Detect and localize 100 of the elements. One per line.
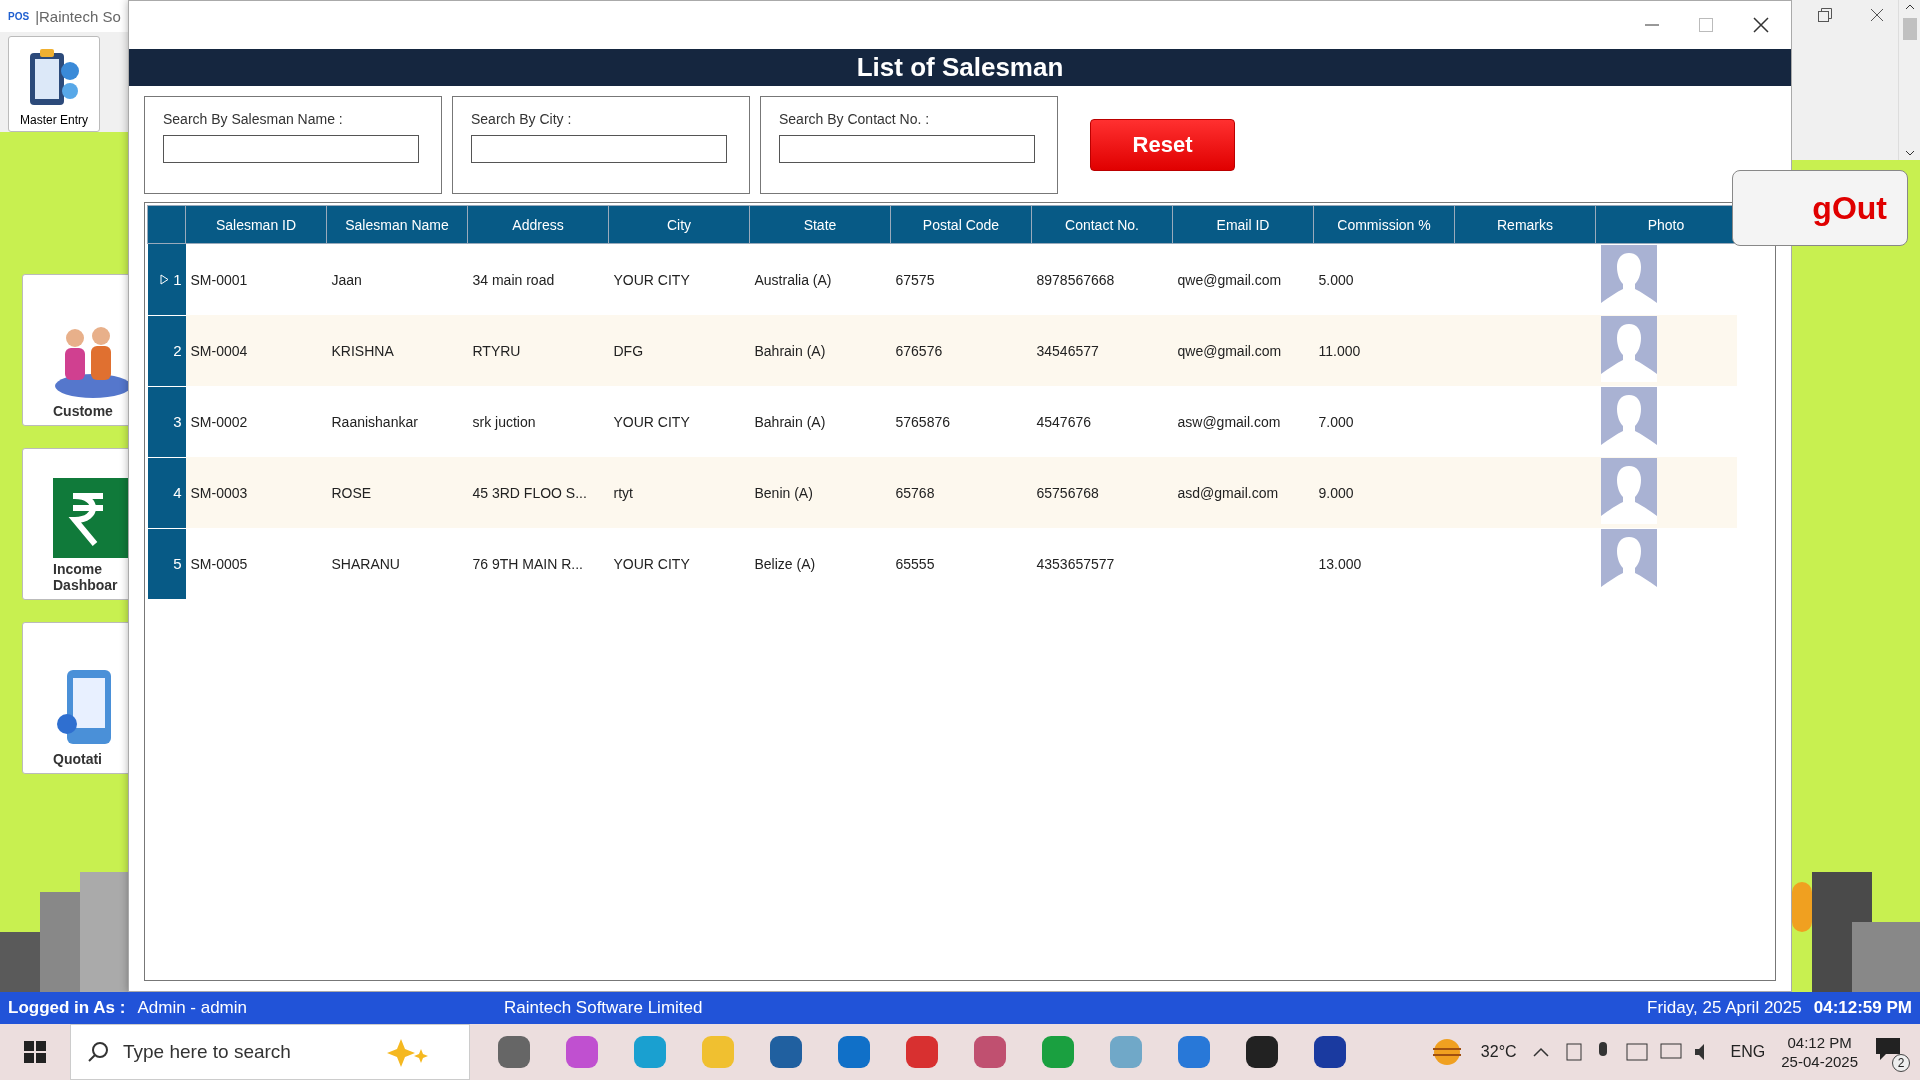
table-cell: Australia (A) <box>754 271 832 288</box>
column-header[interactable]: Postal Code <box>890 205 1032 244</box>
master-entry-button[interactable]: Master Entry <box>8 36 100 132</box>
status-date: Friday, 25 April 2025 <box>1647 998 1802 1018</box>
restore-icon[interactable] <box>1818 8 1832 22</box>
table-cell: qwe@gmail.com <box>1177 271 1282 288</box>
scroll-thumb[interactable] <box>1902 18 1917 40</box>
windows-start-icon[interactable] <box>24 1041 46 1063</box>
column-header[interactable]: Address <box>467 205 609 244</box>
table-cell: SHARANU <box>331 555 400 572</box>
search-field[interactable] <box>471 135 727 163</box>
taskbar-search-field[interactable]: Type here to search <box>121 1040 361 1064</box>
column-header[interactable]: Commission % <box>1313 205 1455 244</box>
table-cell: 11.000 <box>1318 342 1361 359</box>
search-field[interactable] <box>779 135 1035 163</box>
notification-count: 2 <box>1892 1054 1910 1072</box>
table-cell: 7.000 <box>1318 413 1354 430</box>
module-tile[interactable]: Quotati <box>22 622 128 774</box>
dialog-title: List of Salesman <box>129 49 1791 86</box>
table-cell: 76 9TH MAIN R... <box>472 555 583 572</box>
column-header[interactable]: Email ID <box>1172 205 1314 244</box>
taskbar-clock[interactable]: 04:12 PM 25-04-2025 <box>1781 1034 1858 1070</box>
table-cell: Jaan <box>331 271 362 288</box>
module-tile[interactable]: Custome <box>22 274 128 426</box>
taskbar-search-box[interactable]: Type here to search <box>70 1024 470 1080</box>
taskbar-app-icon[interactable] <box>1244 1034 1280 1070</box>
logged-in-label: Logged in As : <box>8 998 126 1018</box>
column-header[interactable]: Salesman Name <box>326 205 468 244</box>
table-cell: SM-0004 <box>190 342 248 359</box>
table-cell: Bahrain (A) <box>754 413 826 430</box>
column-header[interactable]: City <box>608 205 750 244</box>
search-icon <box>87 1041 109 1063</box>
table-cell: YOUR CITY <box>613 413 690 430</box>
row-header[interactable]: 2 <box>147 315 186 386</box>
column-header[interactable]: Photo <box>1595 205 1737 244</box>
table-cell: 65555 <box>895 555 935 572</box>
search-label: Search By Contact No. : <box>779 111 931 127</box>
table-cell: 5765876 <box>895 413 950 430</box>
table-cell: RTYRU <box>472 342 521 359</box>
table-cell: 34546577 <box>1036 342 1099 359</box>
language-indicator[interactable]: ENG <box>1730 1043 1766 1061</box>
app-logo: POS <box>8 10 30 22</box>
table-cell: 13.000 <box>1318 555 1362 572</box>
user-name: Admin - admin <box>137 998 248 1018</box>
table-cell: 9.000 <box>1318 484 1354 501</box>
current-row-icon <box>160 273 170 285</box>
chevron-up-icon[interactable] <box>1532 1047 1549 1057</box>
search-label: Search By Salesman Name : <box>163 111 344 127</box>
row-header[interactable]: 1 <box>147 243 186 315</box>
table-cell: 676576 <box>895 342 943 359</box>
taskbar-app-icon[interactable] <box>1312 1034 1348 1070</box>
table-cell: SM-0003 <box>190 484 248 501</box>
table-cell: 67575 <box>895 271 935 288</box>
app-title: |Raintech So <box>35 7 121 25</box>
table-cell: DFG <box>613 342 644 359</box>
table-cell: 34 main road <box>472 271 555 288</box>
table-cell: ROSE <box>331 484 372 501</box>
column-header[interactable]: Remarks <box>1454 205 1596 244</box>
table-cell: YOUR CITY <box>613 555 690 572</box>
reset-button[interactable]: Reset <box>1090 119 1235 171</box>
search-label: Search By City : <box>471 111 573 127</box>
table-cell: 65756768 <box>1036 484 1099 501</box>
table-cell: 5.000 <box>1318 271 1354 288</box>
table-cell: asd@gmail.com <box>1177 484 1279 501</box>
close-icon[interactable] <box>1870 8 1884 22</box>
scroll-down-icon[interactable] <box>1904 150 1915 156</box>
table-cell: qwe@gmail.com <box>1177 342 1282 359</box>
column-header[interactable]: Salesman ID <box>185 205 327 244</box>
table-cell: Benin (A) <box>754 484 813 501</box>
table-cell: YOUR CITY <box>613 271 690 288</box>
table-cell: SM-0005 <box>190 555 248 572</box>
close-icon[interactable] <box>1753 17 1769 33</box>
row-header[interactable]: 3 <box>147 386 186 457</box>
scrollbar[interactable] <box>1898 0 1920 160</box>
temperature: 32°C <box>1480 1043 1517 1061</box>
row-header-corner <box>147 205 186 244</box>
table-cell: rtyt <box>613 484 633 501</box>
company-name: Raintech Software Limited <box>504 998 703 1018</box>
table-cell: 4547676 <box>1036 413 1091 430</box>
table-cell: 4353657577 <box>1036 555 1115 572</box>
table-cell: asw@gmail.com <box>1177 413 1281 430</box>
row-header[interactable]: 5 <box>147 528 186 599</box>
table-cell: Bahrain (A) <box>754 342 826 359</box>
search-field[interactable] <box>163 135 419 163</box>
column-header[interactable]: Contact No. <box>1031 205 1173 244</box>
table-cell: Raanishankar <box>331 413 418 430</box>
table-cell: SM-0002 <box>190 413 248 430</box>
table-cell: srk juction <box>472 413 536 430</box>
table-cell: 45 3RD FLOO S... <box>472 484 587 501</box>
table-cell: Belize (A) <box>754 555 816 572</box>
row-header[interactable]: 4 <box>147 457 186 528</box>
table-cell: KRISHNA <box>331 342 394 359</box>
table-cell: SM-0001 <box>190 271 248 288</box>
table-cell: 65768 <box>895 484 935 501</box>
logout-button[interactable]: gOut <box>1732 170 1908 246</box>
column-header[interactable]: State <box>749 205 891 244</box>
table-cell: 8978567668 <box>1036 271 1115 288</box>
module-tile[interactable]: Income Dashboar <box>22 448 128 600</box>
status-time: 04:12:59 PM <box>1813 998 1912 1018</box>
scroll-up-icon[interactable] <box>1904 4 1915 10</box>
